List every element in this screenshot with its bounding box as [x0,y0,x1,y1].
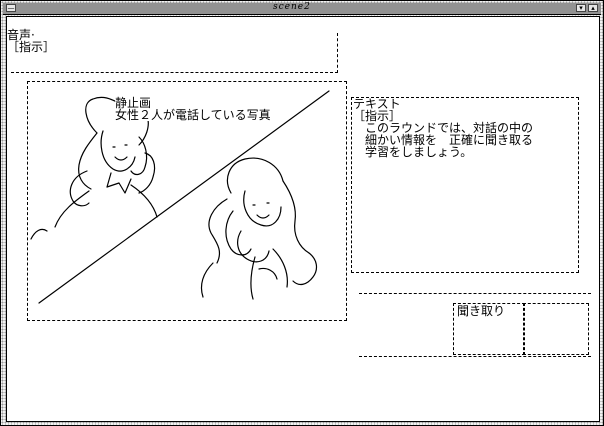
image-caption: 女性２人が電話している写真 [115,108,271,122]
title-bar[interactable]: — scene2 ▾ ▴ [3,2,601,15]
dictation-label: 聞き取り [457,304,506,318]
instruction-line-3: 学習をしましょう。 [365,145,473,159]
audio-instruction: ［指示］ [7,40,56,54]
audio-panel[interactable] [11,33,338,73]
window-menu-icon: — [7,4,15,12]
minimize-icon: ▾ [579,4,583,12]
client-area: 音声· ［指示］ 静止画 女性２人が電話している写真 テキスト ［指示］ このラ… [6,16,600,422]
window-title: scene2 [273,2,311,12]
maximize-button[interactable]: ▴ [588,4,598,12]
app-window: — scene2 ▾ ▴ 音声· ［指示］ 静止画 女性２人が電話している写真 … [0,0,604,426]
dictation-input-box[interactable] [523,303,589,355]
maximize-icon: ▴ [591,4,595,12]
window-menu-button[interactable]: — [6,4,16,12]
minimize-button[interactable]: ▾ [576,4,586,12]
